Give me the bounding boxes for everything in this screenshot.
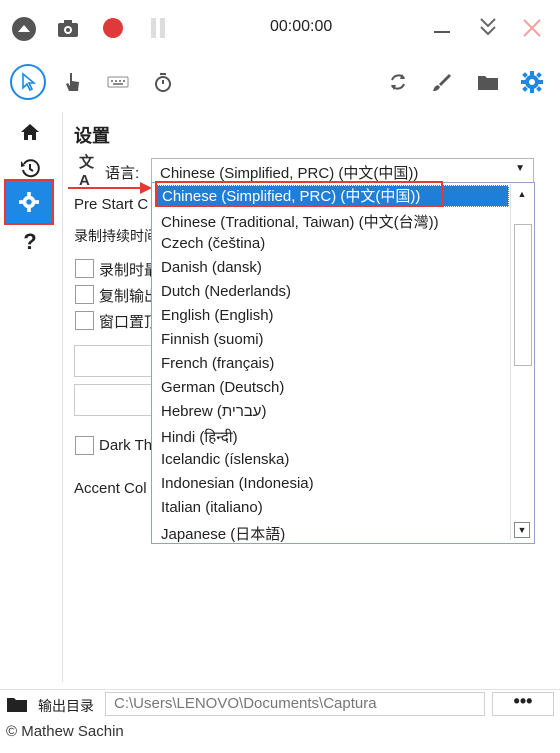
minimize-icon[interactable] — [430, 16, 454, 40]
language-select-value: Chinese (Simplified, PRC) (中文(中国)) — [160, 165, 419, 182]
collapse-icon[interactable] — [11, 16, 37, 42]
language-option[interactable]: Hebrew (עברית) — [161, 403, 267, 420]
scroll-down-icon[interactable]: ▼ — [514, 522, 530, 538]
gear-icon — [18, 191, 40, 213]
scroll-up-icon[interactable]: ▲ — [514, 186, 530, 202]
translate-icon: 文A — [79, 154, 95, 189]
language-label: 语言: — [105, 165, 140, 182]
tools-bar — [0, 56, 560, 112]
checkbox-2-label: 复制输出 — [99, 288, 160, 305]
language-dropdown-list: Chinese (Simplified, PRC) (中文(中国)) Chine… — [151, 182, 535, 544]
sidebar-item-settings[interactable] — [4, 179, 54, 225]
collapse-down-icon[interactable] — [476, 14, 500, 40]
record-button-icon[interactable] — [101, 16, 125, 40]
checkbox-3[interactable] — [75, 311, 94, 330]
checkbox-1-label: 录制时最 — [99, 262, 160, 279]
language-option[interactable]: German (Deutsch) — [161, 379, 284, 396]
refresh-icon[interactable] — [386, 70, 410, 94]
timer-icon[interactable] — [152, 70, 174, 94]
language-option[interactable]: Italian (italiano) — [161, 499, 263, 516]
scrollbar-thumb[interactable] — [514, 224, 532, 366]
dark-theme-checkbox[interactable] — [75, 436, 94, 455]
keyboard-icon[interactable] — [106, 72, 130, 92]
record-duration-label: 录制持续时间 — [74, 228, 158, 244]
home-icon[interactable] — [18, 120, 42, 144]
close-icon[interactable] — [520, 16, 544, 40]
language-option[interactable]: French (français) — [161, 355, 274, 372]
dropdown-scrollbar[interactable]: ▲ ▼ — [510, 184, 533, 540]
language-option[interactable]: Indonesian (Indonesia) — [161, 475, 314, 492]
language-option[interactable]: Dutch (Nederlands) — [161, 283, 291, 300]
language-option[interactable]: Chinese (Traditional, Taiwan) (中文(台灣)) — [161, 211, 439, 232]
click-hand-icon[interactable] — [62, 70, 84, 94]
output-path-field[interactable]: C:\Users\LENOVO\Documents\Captura — [105, 692, 485, 716]
cursor-tool-icon[interactable] — [10, 64, 46, 100]
page-title: 设置 — [74, 126, 110, 146]
input-box-2[interactable] — [74, 384, 153, 416]
language-option[interactable]: Danish (dansk) — [161, 259, 262, 276]
help-icon[interactable]: ? — [18, 229, 42, 254]
top-bar: 00:00:00 — [0, 0, 560, 56]
checkbox-2[interactable] — [75, 285, 94, 304]
browse-more-button[interactable]: ••• — [492, 692, 554, 716]
language-option[interactable]: Icelandic (íslenska) — [161, 451, 289, 468]
checkbox-3-label: 窗口置顶 — [99, 314, 160, 331]
dark-theme-label: Dark Th — [99, 437, 153, 454]
settings-gear-icon[interactable] — [520, 70, 544, 94]
language-option[interactable]: Finnish (suomi) — [161, 331, 264, 348]
pre-start-label: Pre Start C — [74, 196, 149, 213]
screenshot-camera-icon[interactable] — [56, 16, 80, 40]
folder-icon[interactable] — [476, 70, 500, 94]
annotation-highlight-box — [155, 181, 443, 207]
language-option[interactable]: Hindi (हिन्दी) — [161, 427, 238, 447]
input-box-1[interactable] — [74, 345, 153, 377]
output-folder-label: 输出目录 — [38, 698, 94, 714]
accent-color-label: Accent Col — [74, 480, 147, 497]
footer-credit: © Mathew Sachin — [6, 723, 124, 740]
brush-icon[interactable] — [430, 70, 454, 94]
language-option[interactable]: Japanese (日本語) — [161, 523, 285, 543]
pause-icon[interactable] — [146, 16, 170, 40]
history-icon[interactable] — [18, 156, 42, 180]
checkbox-1[interactable] — [75, 259, 94, 278]
timer-display: 00:00:00 — [270, 18, 333, 35]
output-folder-icon[interactable] — [6, 694, 28, 714]
language-option[interactable]: English (English) — [161, 307, 274, 324]
output-path-value: C:\Users\LENOVO\Documents\Captura — [114, 695, 377, 712]
language-option[interactable]: Czech (čeština) — [161, 235, 265, 252]
chevron-down-icon: ▼ — [515, 163, 525, 174]
